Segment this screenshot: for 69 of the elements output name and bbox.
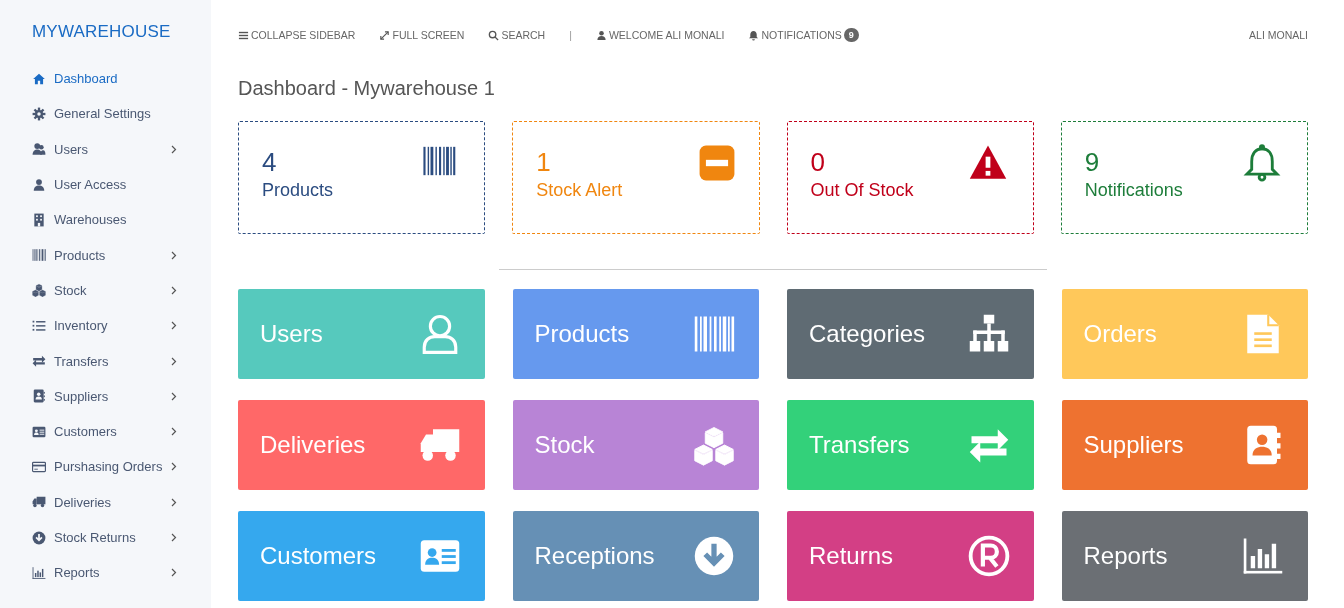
chevron-icon	[171, 321, 177, 331]
sidebar-item[interactable]: Suppliers	[32, 378, 177, 414]
expand-icon	[379, 29, 391, 41]
sidebar-item[interactable]: Dashboard	[32, 61, 177, 97]
tile-button[interactable]: Receptions	[512, 511, 759, 601]
chevron-icon	[171, 250, 177, 260]
sidebar-item[interactable]: Stock Returns	[32, 519, 177, 556]
stat-label: Products	[262, 180, 334, 201]
sidebar-item[interactable]: Inventory	[32, 308, 177, 344]
menu-icon	[238, 29, 249, 41]
sidebar-item[interactable]: Reports	[32, 555, 177, 591]
sidebar-item[interactable]: Stock	[32, 272, 177, 309]
stat-value: 0	[810, 146, 826, 179]
credit-card-icon	[32, 459, 46, 474]
chevron-icon	[171, 391, 177, 401]
users-icon	[32, 142, 46, 157]
sidebar-item[interactable]: User Access	[32, 166, 177, 203]
stat-value: 4	[262, 146, 278, 179]
boxes-icon	[32, 283, 46, 298]
topbar-link[interactable]: SEARCH	[488, 29, 546, 41]
arrows-icon	[32, 354, 46, 368]
list-icon	[32, 318, 46, 333]
chevron-icon	[171, 356, 177, 366]
sidebar-item[interactable]: Warehouses	[32, 202, 177, 238]
chevron-icon	[171, 533, 177, 542]
home-icon	[32, 71, 46, 86]
barcode-icon	[32, 248, 46, 263]
user-menu[interactable]: ALI MONALI	[1249, 29, 1308, 41]
tile-button[interactable]: Categories	[787, 289, 1034, 379]
stat-label: Notifications	[1084, 180, 1183, 201]
user-icon	[32, 177, 46, 192]
address-book-icon	[32, 389, 46, 404]
tile-button[interactable]: Reports	[1061, 511, 1308, 601]
sidebar-item[interactable]: Deliveries	[32, 484, 177, 520]
minus-square-icon	[697, 144, 736, 182]
chevron-icon	[171, 285, 177, 295]
topbar-link[interactable]: COLLAPSE SIDEBAR	[238, 29, 356, 41]
building-icon	[32, 212, 46, 227]
boxes-icon	[691, 424, 737, 466]
topbar-link[interactable]: WELCOME ALI MONALI	[595, 29, 725, 41]
sidebar-item[interactable]: Products	[32, 237, 177, 273]
stat-value: 1	[536, 146, 552, 179]
chevron-icon	[171, 144, 177, 154]
search-icon	[488, 29, 500, 41]
sidebar-item[interactable]: Purshasing Orders	[32, 449, 177, 485]
stat-label: Out Of Stock	[810, 180, 914, 201]
separator: |	[569, 29, 572, 41]
gear-icon	[32, 106, 46, 121]
down-arrow-circle-icon	[32, 530, 46, 545]
truck-icon	[32, 495, 46, 510]
topbar-link[interactable]: NOTIFICATIONS	[748, 29, 842, 41]
sidebar-item[interactable]: Customers	[32, 413, 177, 450]
notification-count: 9	[843, 28, 859, 42]
topbar-link[interactable]: FULL SCREEN	[379, 29, 465, 41]
brand-logo[interactable]: MYWAREHOUSE	[32, 22, 171, 42]
id-card-icon	[32, 424, 46, 439]
page-title: Dashboard - Mywarehouse 1	[238, 77, 496, 100]
tile-button[interactable]: Returns	[787, 511, 1034, 601]
user-icon	[595, 29, 607, 41]
sidebar-item[interactable]: Transfers	[32, 343, 177, 379]
chevron-icon	[171, 427, 177, 437]
chevron-icon	[171, 568, 177, 578]
chevron-icon	[171, 462, 177, 472]
stat-value: 9	[1084, 146, 1101, 179]
bell-icon	[748, 29, 760, 41]
sidebar-item[interactable]: General Settings	[32, 96, 177, 132]
stat-label: Stock Alert	[536, 180, 623, 201]
chevron-icon	[171, 497, 177, 507]
sidebar-item[interactable]: Users	[32, 131, 177, 167]
